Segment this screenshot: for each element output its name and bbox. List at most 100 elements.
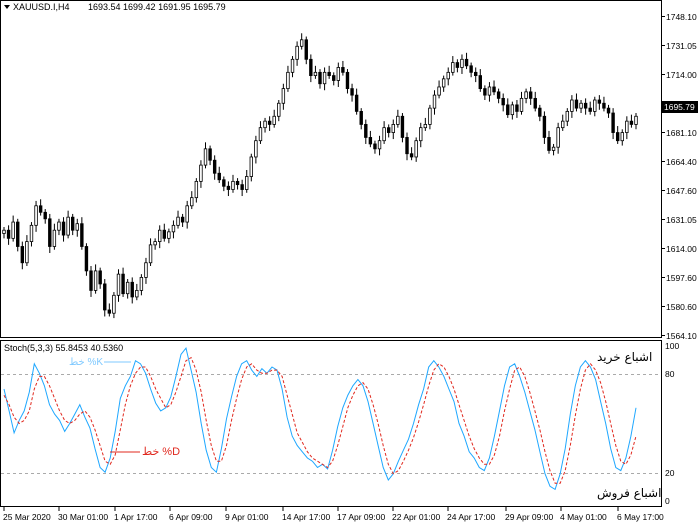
price-tick-label: 1631.05	[666, 215, 697, 225]
candle-body	[460, 58, 464, 68]
candle-body	[194, 180, 199, 199]
time-tick-label: 29 Apr 09:00	[505, 512, 553, 522]
candle-body	[245, 176, 249, 190]
candle-body	[176, 216, 180, 226]
candle-body	[615, 132, 620, 142]
candle-body	[625, 120, 629, 133]
candle-body	[116, 273, 121, 296]
candle-body	[286, 71, 290, 90]
candle-body	[437, 86, 441, 96]
price-tick-label: 1647.60	[666, 186, 697, 196]
candle-body	[354, 94, 359, 112]
candle-body	[272, 115, 276, 125]
candle-body	[222, 179, 226, 187]
candle-body	[217, 172, 221, 181]
candle-body	[341, 67, 345, 73]
candle-body	[451, 62, 455, 73]
candle-body	[309, 58, 313, 76]
candle-body	[561, 120, 565, 129]
candle-body	[588, 107, 592, 112]
price-pane-frame	[0, 0, 662, 338]
level-100: 100	[665, 341, 679, 351]
candle-body	[593, 99, 597, 112]
candle-body	[469, 65, 473, 73]
candle-body	[423, 124, 428, 129]
candle-body	[565, 110, 570, 122]
candle-body	[185, 205, 189, 223]
candle-body	[20, 246, 25, 264]
candle-body	[125, 281, 130, 295]
candle-body	[38, 205, 43, 213]
candle-body	[327, 71, 331, 76]
candle-body	[496, 91, 501, 99]
candle-body	[428, 107, 432, 125]
price-tick-label: 1597.60	[666, 273, 697, 283]
candle-body	[299, 39, 304, 47]
d-annotation: خط %D	[110, 446, 180, 458]
candle-body	[203, 148, 208, 166]
k-annotation-text: خط %K	[69, 357, 103, 368]
stoch-level-axis: 100 80 20 0	[665, 341, 679, 506]
candle-body	[135, 290, 139, 298]
candle-body	[409, 153, 414, 158]
candle-body	[474, 71, 478, 76]
price-tick-label: 1564.10	[666, 331, 697, 341]
candle-body	[249, 156, 254, 177]
candle-body	[295, 45, 299, 60]
time-tick-label: 1 Apr 17:00	[114, 512, 158, 522]
candle-body	[25, 241, 29, 264]
candle-body	[574, 99, 579, 109]
candle-body	[464, 58, 469, 67]
candle-body	[528, 91, 533, 99]
candle-body	[212, 159, 217, 174]
candle-body	[478, 75, 482, 90]
candle-body	[304, 39, 308, 60]
candle-body	[75, 223, 79, 231]
oversold-annotation: اشباع فروش	[597, 486, 661, 501]
candle-body	[556, 127, 560, 148]
candle-body	[190, 197, 194, 207]
candle-body	[281, 88, 286, 104]
candle-body	[107, 309, 112, 314]
symbol-dropdown-icon[interactable]	[4, 5, 10, 9]
time-tick-label: 30 Mar 01:00	[58, 512, 108, 522]
candle-body	[43, 211, 47, 220]
candle-body	[48, 218, 52, 247]
candle-body	[16, 221, 20, 247]
candle-body	[2, 229, 6, 234]
time-tick-label: 6 Apr 09:00	[169, 512, 213, 522]
candle-body	[542, 115, 547, 138]
price-tick-label: 1681.10	[666, 128, 697, 138]
time-tick-label: 17 Apr 09:00	[337, 512, 385, 522]
trading-chart-window[interactable]: XAUUSD.I,H4 1693.54 1699.42 1691.95 1695…	[0, 0, 700, 525]
time-tick-label: 9 Apr 01:00	[225, 512, 269, 522]
stoch-k-line	[3, 346, 637, 491]
level-20: 20	[665, 468, 675, 478]
candle-body	[551, 146, 556, 151]
candle-body	[98, 270, 102, 285]
chart-canvas[interactable]: XAUUSD.I,H4 1693.54 1699.42 1691.95 1695…	[0, 0, 700, 525]
candle-body	[359, 110, 363, 125]
candle-body	[322, 71, 327, 85]
candle-body	[167, 231, 171, 239]
price-tick-label: 1614.00	[666, 244, 697, 254]
candle-body	[84, 246, 89, 272]
candle-body	[629, 120, 634, 125]
symbol-label: XAUUSD.I,H4	[13, 2, 70, 12]
candle-body	[547, 137, 551, 151]
time-tick-label: 4 May 01:00	[560, 512, 607, 522]
candle-body	[171, 224, 176, 233]
candle-body	[400, 115, 405, 138]
time-tick-label: 25 Mar 2020	[3, 512, 51, 522]
stoch-label: Stoch(5,3,3) 55.8453 40.5360	[4, 343, 123, 353]
candle-body	[153, 241, 157, 246]
overbought-annotation: اشباع خرید	[597, 350, 652, 365]
candle-body	[313, 71, 318, 76]
candle-body	[103, 283, 107, 311]
candle-body	[350, 88, 354, 96]
candle-body	[34, 205, 38, 226]
candle-body	[391, 124, 395, 133]
candle-body	[148, 244, 153, 264]
time-tick-label: 14 Apr 17:00	[282, 512, 330, 522]
candle-body	[382, 127, 386, 142]
